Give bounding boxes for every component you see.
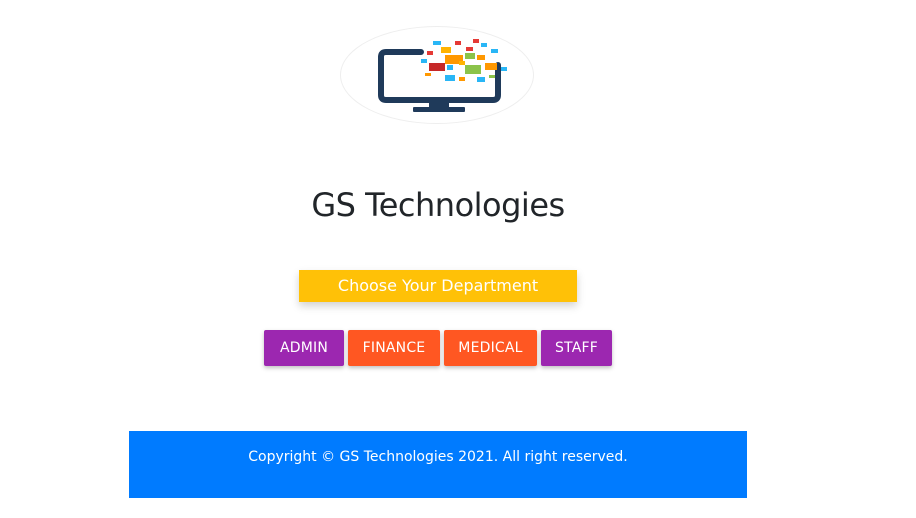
footer: Copyright © GS Technologies 2021. All ri… <box>129 431 747 498</box>
monitor-icon <box>378 39 507 112</box>
admin-button[interactable]: ADMIN <box>264 330 344 366</box>
page: GS Technologies Choose Your Department A… <box>0 0 916 518</box>
copyright-text: Copyright © GS Technologies 2021. All ri… <box>248 449 628 465</box>
medical-button[interactable]: MEDICAL <box>444 330 537 366</box>
department-buttons: ADMIN FINANCE MEDICAL STAFF <box>264 330 612 366</box>
department-header: Choose Your Department <box>299 270 577 302</box>
finance-button[interactable]: FINANCE <box>348 330 440 366</box>
page-title: GS Technologies <box>311 186 565 224</box>
logo <box>340 26 534 124</box>
staff-button[interactable]: STAFF <box>541 330 612 366</box>
